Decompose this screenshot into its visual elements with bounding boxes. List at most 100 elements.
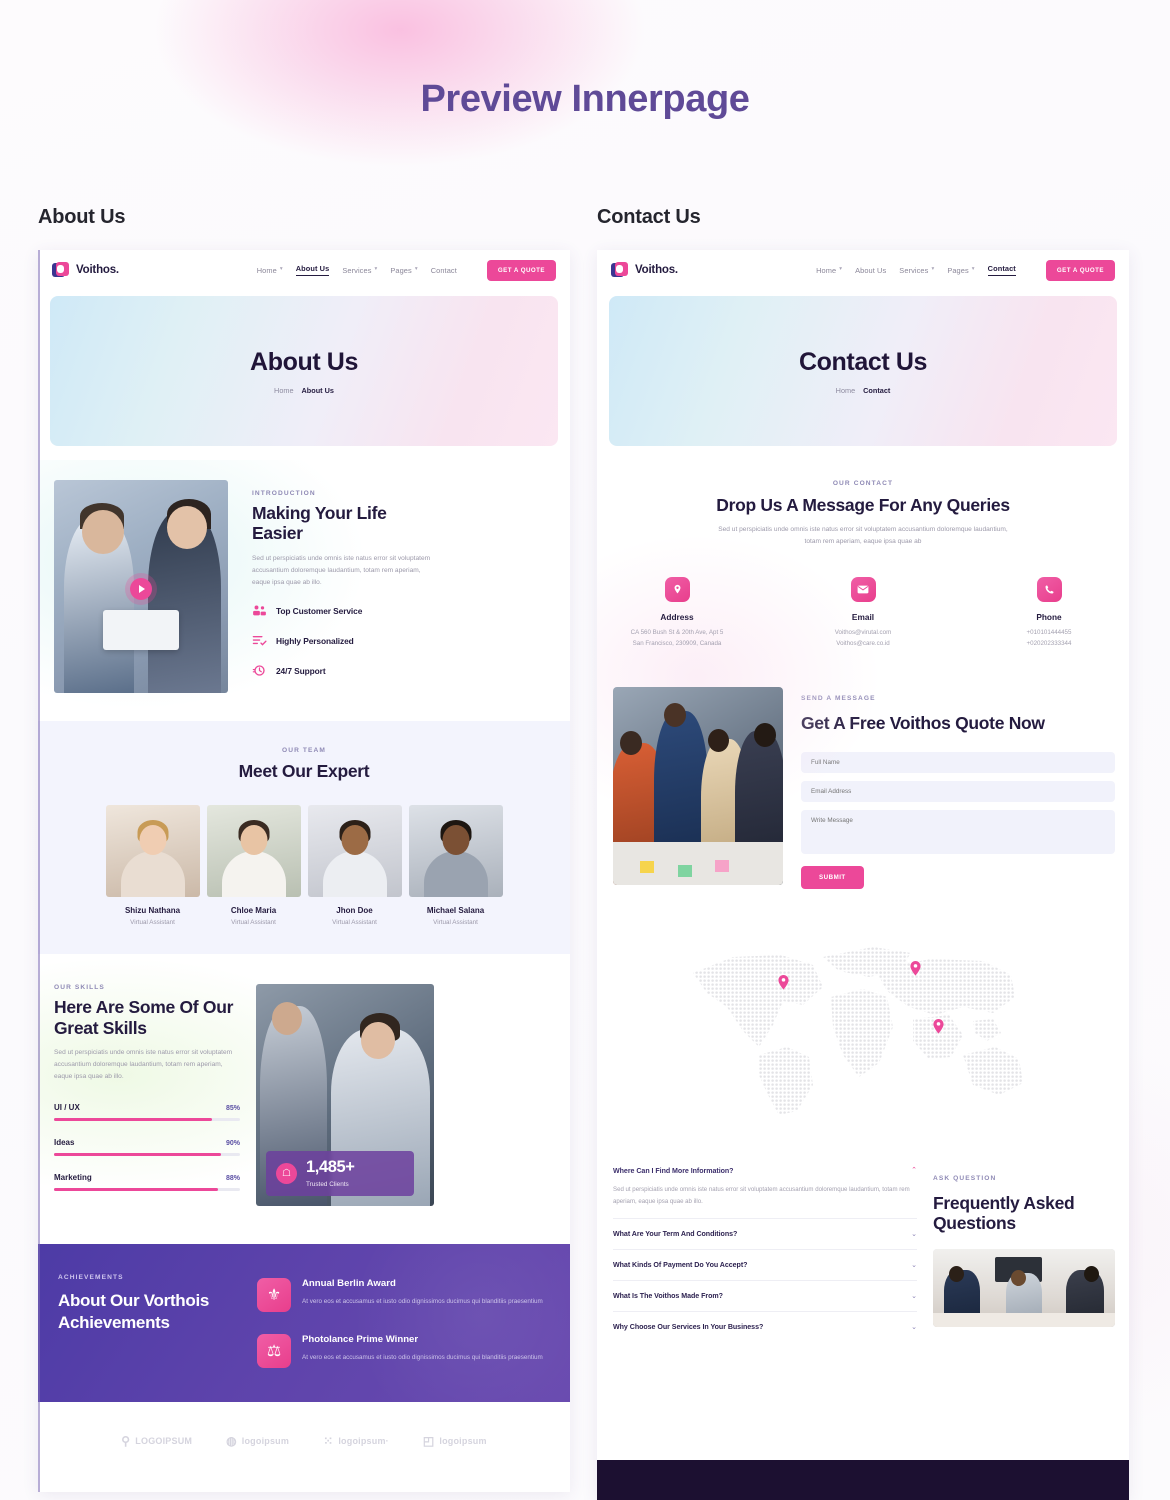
get-a-quote-button[interactable]: GET A QUOTE — [486, 259, 556, 281]
map-pin-icon[interactable] — [910, 960, 921, 976]
nav-item-services[interactable]: Services ▾ — [899, 266, 934, 275]
nav-item-home[interactable]: Home ▾ — [257, 266, 283, 275]
map-pin-icon[interactable] — [933, 1018, 944, 1034]
team-member[interactable]: Shizu Nathana Virtual Assistant — [105, 805, 200, 926]
form-photo — [613, 687, 783, 886]
logo-icon — [611, 261, 628, 279]
faq-eyebrow: ASK QUESTION — [933, 1174, 997, 1182]
chevron-down-icon: ⌄ — [911, 1292, 917, 1300]
envelope-icon — [850, 576, 876, 602]
nav-item-home[interactable]: Home ▾ — [816, 266, 842, 275]
award-badge-icon: ⚖ — [257, 1334, 291, 1369]
nav-item-contact[interactable]: Contact — [987, 264, 1016, 276]
breadcrumb-home[interactable]: Home — [836, 386, 855, 395]
faq-item[interactable]: What Kinds Of Payment Do You Accept? ⌄ — [613, 1249, 917, 1280]
chevron-down-icon: ▾ — [971, 266, 975, 273]
phone-icon — [1036, 576, 1062, 602]
member-name: Michael Salana — [426, 906, 485, 916]
brand-name: Voithos. — [76, 264, 119, 276]
clock-icon — [252, 664, 267, 677]
faq-item[interactable]: Where Can I Find More Information? ⌃ Sed… — [613, 1167, 917, 1219]
member-name: Jhon Doe — [336, 906, 373, 916]
achievement-desc: At vero eos et accusamus et iusto odio d… — [302, 1298, 543, 1306]
about-team-section: OUR TEAM Meet Our Expert Shizu Nathana V… — [38, 721, 570, 955]
team-member[interactable]: Michael Salana Virtual Assistant — [408, 805, 503, 926]
intro-text: INTRODUCTION Making Your Life Easier Sed… — [252, 480, 437, 693]
skill-track — [54, 1188, 240, 1192]
nav-item-about-us[interactable]: About Us — [855, 266, 886, 275]
chevron-down-icon: ⌄ — [911, 1323, 917, 1331]
play-icon[interactable] — [130, 577, 152, 600]
contact-world-map — [597, 935, 1129, 1131]
team-member[interactable]: Chloe Maria Virtual Assistant — [206, 805, 301, 926]
users-icon — [252, 604, 267, 617]
team-member[interactable]: Jhon Doe Virtual Assistant — [307, 805, 402, 926]
team-grid: Shizu Nathana Virtual Assistant Chloe Ma… — [54, 805, 554, 926]
clients-caption: Trusted Clients — [306, 1181, 349, 1189]
member-photo — [307, 805, 402, 898]
skill-label: UI / UX — [54, 1103, 80, 1113]
client-logo: ⚲ LOGOIPSUM — [121, 1434, 192, 1448]
faq-item[interactable]: Why Choose Our Services In Your Business… — [613, 1311, 917, 1342]
client-logo: ⁙ logoipsum· — [323, 1434, 389, 1448]
intro-photo — [54, 480, 228, 693]
contact-heading: Drop Us A Message For Any Queries — [716, 495, 1010, 515]
brand-logo[interactable]: Voithos. — [52, 261, 119, 279]
achievement-title: Annual Berlin Award — [302, 1278, 396, 1290]
faq-item[interactable]: What Are Your Term And Conditions? ⌄ — [613, 1218, 917, 1249]
skill-track — [54, 1118, 240, 1122]
chevron-down-icon: ⌄ — [911, 1230, 917, 1238]
feature-label: Top Customer Service — [276, 605, 363, 616]
nav-label: Home — [256, 265, 277, 275]
logo-text: LOGOIPSUM — [135, 1436, 193, 1447]
about-nav-menu: Home ▾ About Us Services ▾ Pages ▾ Conta… — [257, 259, 556, 281]
about-navbar: Voithos. Home ▾ About Us Services ▾ Page… — [38, 250, 570, 290]
intro-heading: Making Your Life Easier — [252, 503, 387, 544]
nav-label: About Us — [855, 265, 887, 275]
trusted-clients-badge: ☖ 1,485+ Trusted Clients — [266, 1151, 414, 1197]
info-line-2: Voithos@care.co.id — [836, 639, 890, 647]
map-pin-icon[interactable] — [778, 974, 789, 990]
achievement-desc: At vero eos et accusamus et iusto odio d… — [302, 1354, 543, 1362]
faq-item[interactable]: What Is The Voithos Made From? ⌄ — [613, 1280, 917, 1311]
feature-label: 24/7 Support — [276, 665, 326, 676]
nav-item-pages[interactable]: Pages ▾ — [947, 266, 974, 275]
nav-label: Home — [816, 265, 837, 275]
feature-item: Highly Personalized — [252, 634, 437, 647]
nav-item-pages[interactable]: Pages ▾ — [390, 266, 417, 275]
team-heading: Meet Our Expert — [238, 761, 370, 781]
nav-item-contact[interactable]: Contact — [431, 266, 457, 275]
chevron-down-icon: ▾ — [374, 266, 378, 273]
skills-eyebrow: OUR SKILLS — [54, 984, 105, 992]
about-hero: About Us Home About Us — [50, 296, 558, 446]
chevron-down-icon: ▾ — [279, 266, 283, 273]
info-line-2: San Francisco, 230909, Canada — [632, 639, 722, 647]
achievements-list: ⚜ Annual Berlin Award At vero eos et acc… — [257, 1274, 550, 1369]
skill-fill — [54, 1188, 218, 1192]
logo-icon — [52, 261, 69, 279]
location-pin-icon — [664, 576, 690, 602]
skills-photo: ☖ 1,485+ Trusted Clients — [256, 984, 434, 1207]
nav-label: About Us — [295, 264, 330, 273]
nav-item-services[interactable]: Services ▾ — [342, 266, 377, 275]
skill-value: 90% — [225, 1140, 240, 1148]
contact-info-row: Address CA 560 Bush St & 20th Ave, Apt 5… — [597, 536, 1129, 817]
breadcrumb-home[interactable]: Home — [274, 386, 293, 395]
achievement-item: ⚜ Annual Berlin Award At vero eos et acc… — [257, 1278, 550, 1313]
contact-heading-block: OUR CONTACT Drop Us A Message For Any Qu… — [597, 446, 1129, 549]
nav-label: Services — [342, 265, 372, 275]
skills-body: Sed ut perspiciatis unde omnis iste natu… — [54, 1048, 233, 1081]
submit-button[interactable]: SUBMIT — [801, 865, 864, 889]
client-logo: ◍ logoipsum — [226, 1434, 289, 1448]
breadcrumb-current: About Us — [301, 385, 334, 395]
about-skills-section: OUR SKILLS Here Are Some Of Our Great Sk… — [38, 954, 570, 1228]
get-a-quote-button[interactable]: GET A QUOTE — [1045, 259, 1115, 281]
logo-text: logoipsum· — [338, 1436, 389, 1447]
brand-logo[interactable]: Voithos. — [611, 261, 678, 279]
member-photo — [206, 805, 301, 898]
contact-hero-title: Contact Us — [799, 347, 927, 376]
nav-label: Services — [899, 265, 929, 275]
contact-info-address: Address CA 560 Bush St & 20th Ave, Apt 5… — [621, 576, 733, 650]
mock-left-edge — [38, 250, 40, 1492]
nav-item-about-us[interactable]: About Us — [295, 264, 330, 276]
